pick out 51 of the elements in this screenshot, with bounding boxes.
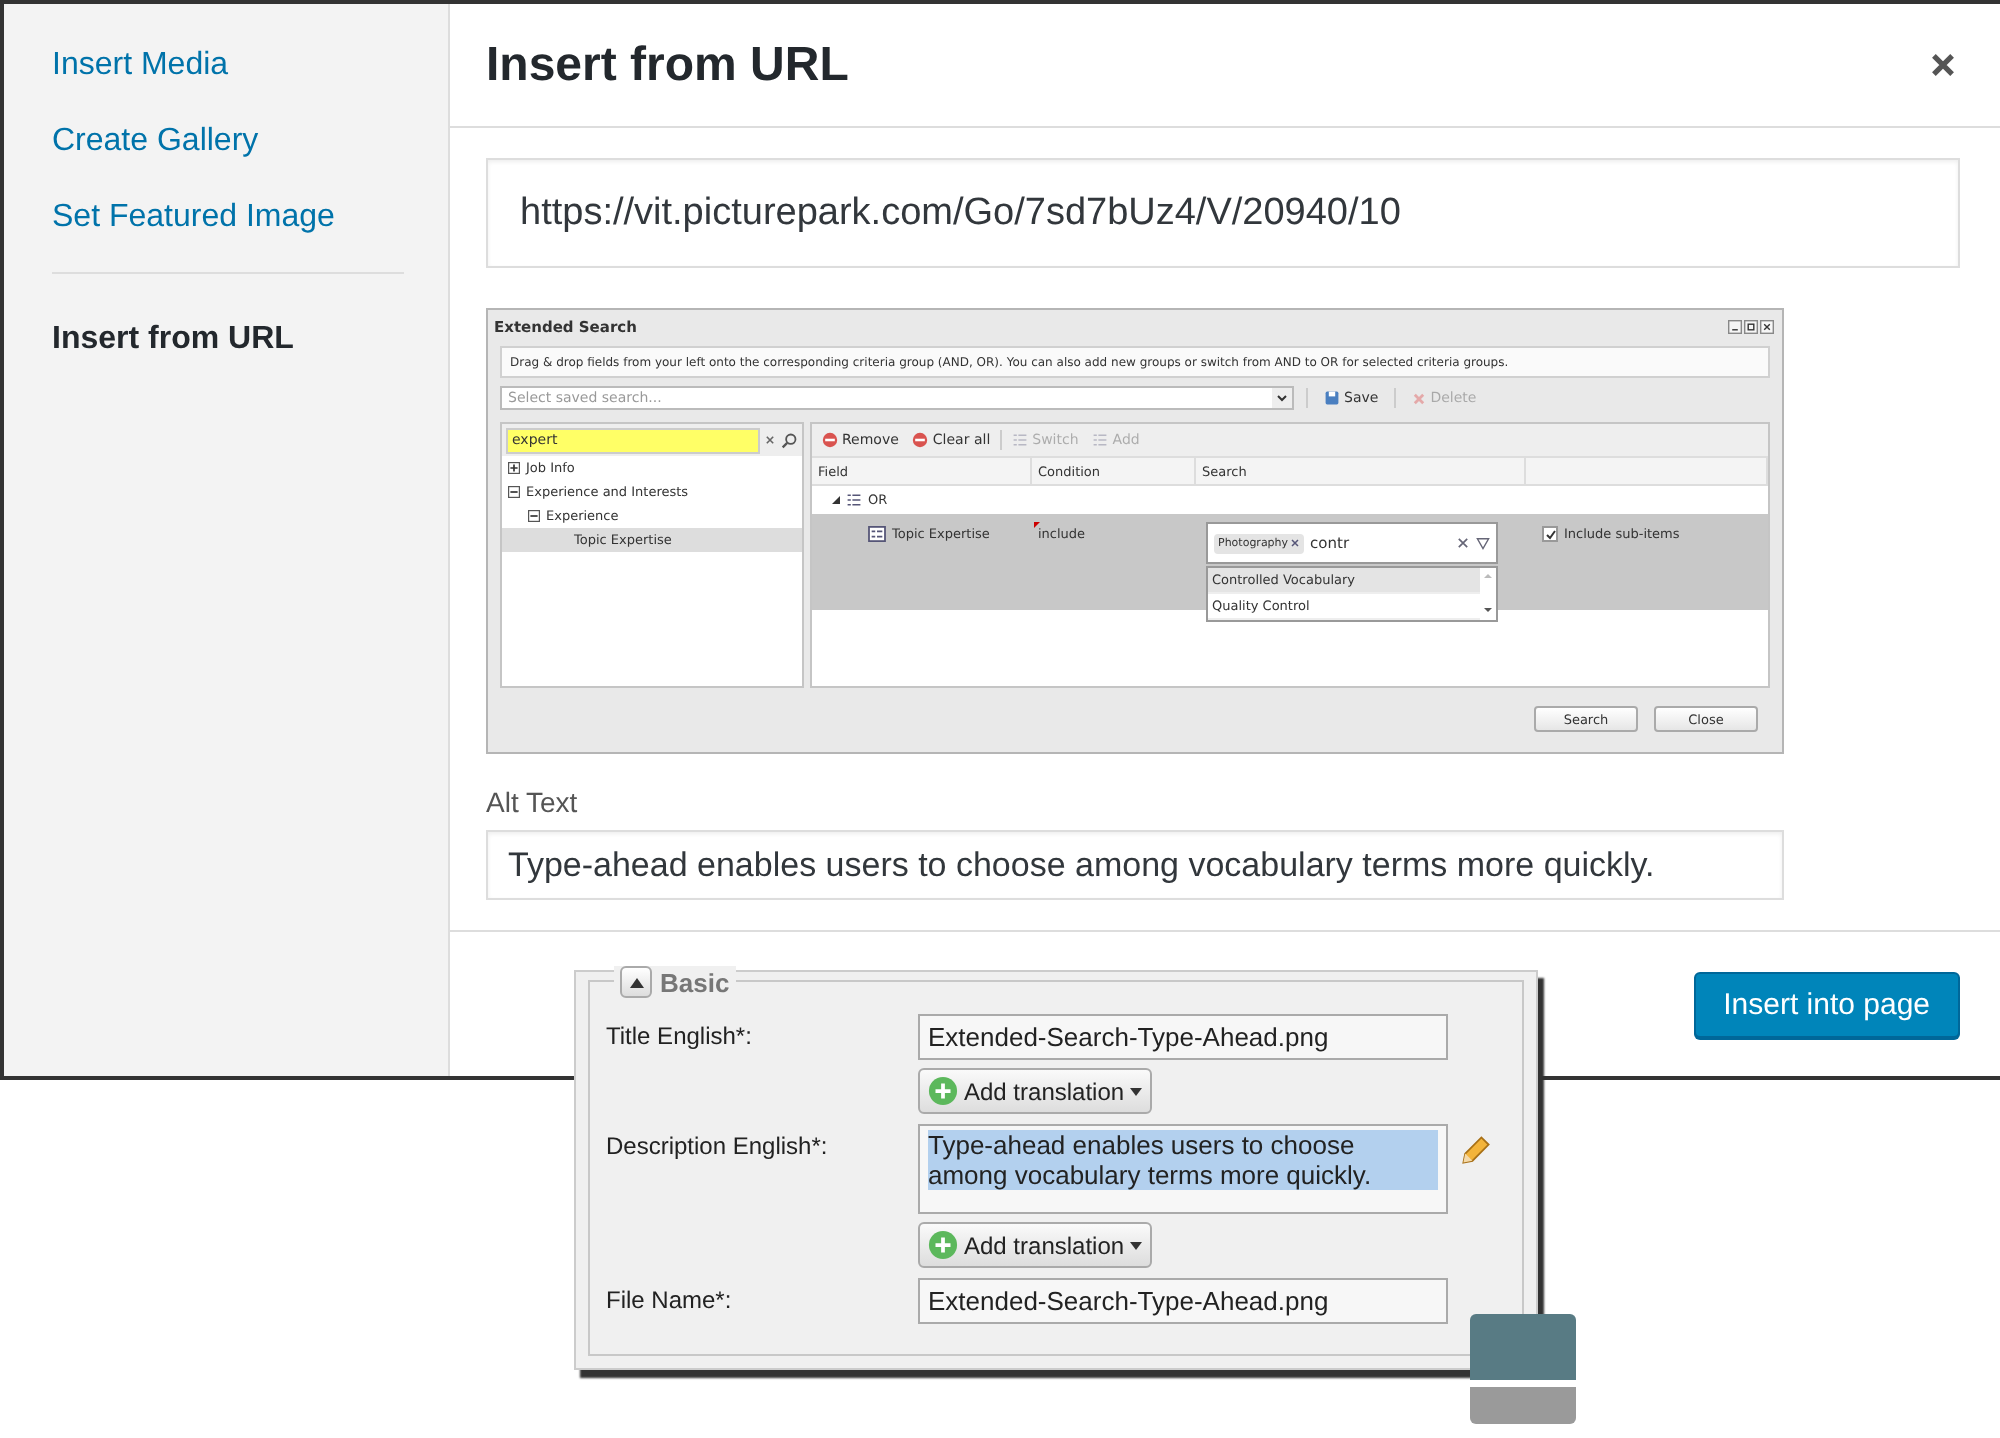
scrollbar-drawing[interactable] [1480,568,1496,618]
search-icon[interactable] [780,431,798,449]
close-icon[interactable] [1760,319,1774,333]
flag-icon [1034,522,1040,528]
plus-circle-icon [928,1076,958,1106]
caret-icon [1130,1241,1143,1249]
up-triangle-icon [629,977,643,987]
dialog-title: Insert from URL [486,37,849,93]
checkbox[interactable] [1542,526,1558,542]
field-label: File Name*: [606,1284,732,1314]
minus-circle-icon [822,432,838,448]
text-area[interactable]: Type-ahead enables users to choose among vocabulary terms more quickly. [918,1124,1448,1214]
pencil-icon[interactable] [1458,1132,1494,1168]
minus-box-icon[interactable] [528,510,540,522]
plus-circle-icon [928,1230,958,1260]
field-label: Description English*: [606,1130,828,1160]
insert-button[interactable]: Insert into page [1693,971,1960,1037]
caret-icon [1130,1087,1143,1095]
triangle-icon[interactable] [832,496,840,504]
clear-icon[interactable] [1456,536,1470,550]
field-label: Title English*: [606,1020,752,1050]
clear-icon[interactable] [762,432,778,448]
close-icon [1412,391,1427,405]
sidebar-link[interactable]: Insert from URL [52,318,294,362]
alt-text-field[interactable]: Type-ahead enables users to choose among vocabulary terms more quickly. [486,830,1784,900]
text-field[interactable]: Extended-Search-Type-Ahead.png [918,1014,1448,1060]
list-icon [1012,432,1029,448]
sidebar-link[interactable]: Insert Media [52,44,229,88]
list-icon [846,492,862,508]
add-translation-button[interactable]: Add translation [918,1222,1153,1268]
check-icon [1545,529,1555,539]
collapse-button[interactable] [620,966,652,998]
dropdown-arrow-icon[interactable] [1476,536,1490,550]
minus-box-icon[interactable] [508,486,520,498]
minus-circle-icon [912,432,929,448]
floppy-icon [1324,390,1340,406]
list-icon [1092,432,1109,448]
sidebar-link[interactable]: Create Gallery [52,120,259,164]
sidebar-link[interactable]: Set Featured Image [52,196,335,240]
section-title: Basic [660,967,730,997]
field-label: Alt Text [486,786,578,818]
maximize-icon[interactable] [1744,319,1758,333]
text-field[interactable]: Extended-Search-Type-Ahead.png [918,1278,1448,1324]
minimize-icon[interactable] [1728,319,1742,333]
field-icon [868,526,886,542]
url-field[interactable]: https://vit.picturepark.com/Go/7sd7bUz4/V/20940/10 [486,158,1960,268]
remove-icon[interactable] [1290,538,1301,548]
add-translation-button[interactable]: Add translation [918,1068,1153,1114]
plus-box-icon[interactable] [508,462,520,474]
tile-drawing [1470,1314,1576,1424]
close-icon[interactable] [1930,52,1956,78]
